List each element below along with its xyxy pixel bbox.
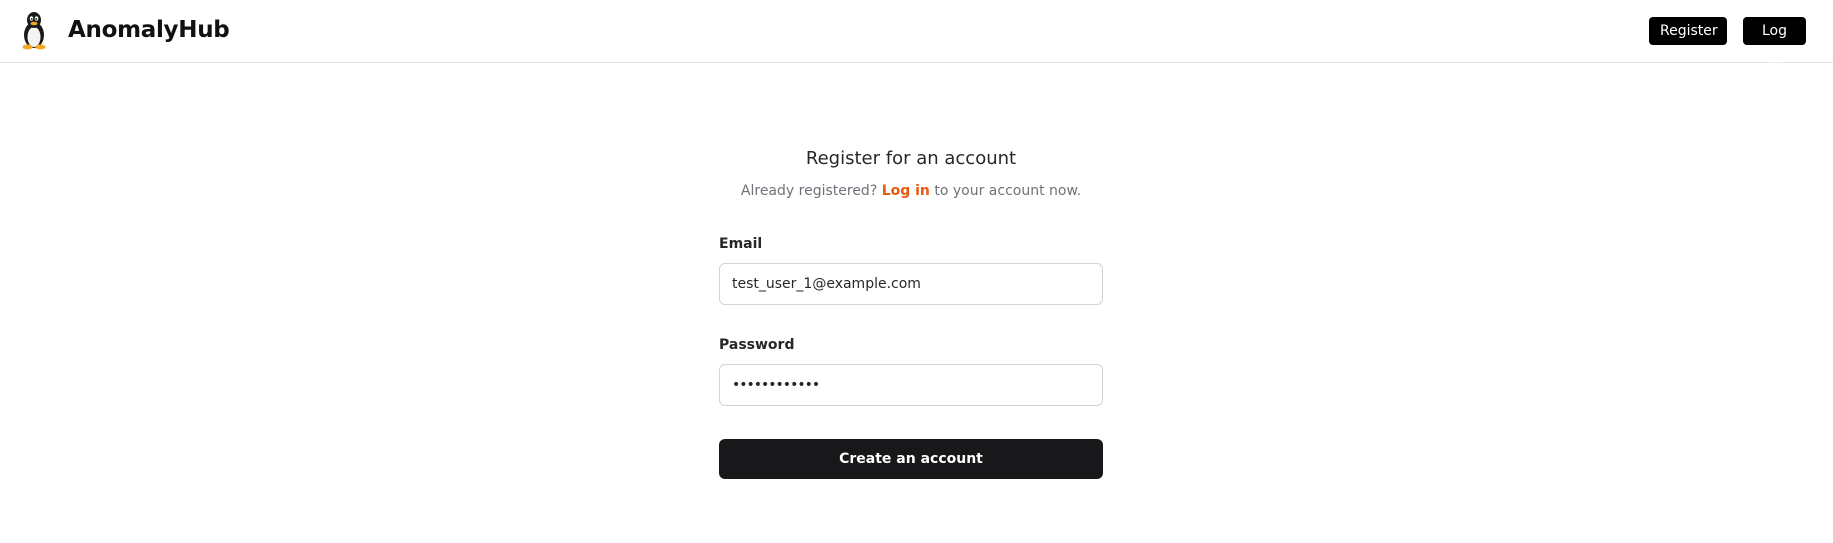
- email-group: Email: [719, 234, 1103, 305]
- brand-name[interactable]: AnomalyHub: [68, 14, 230, 46]
- register-button[interactable]: Register: [1649, 17, 1727, 45]
- penguin-icon[interactable]: [18, 10, 50, 50]
- login-prompt-prefix: Already registered?: [740, 183, 878, 199]
- login-prompt-suffix: to your account now.: [934, 183, 1082, 199]
- password-group: Password: [719, 335, 1103, 406]
- password-field[interactable]: [719, 364, 1103, 406]
- create-account-button[interactable]: Create an account: [719, 439, 1103, 479]
- password-label: Password: [719, 337, 795, 353]
- login-button[interactable]: Log in: [1743, 17, 1806, 67]
- email-label: Email: [719, 236, 763, 252]
- login-prompt: Already registered? Log in to your accou…: [719, 181, 1103, 201]
- page-title: Register for an account: [805, 148, 1017, 169]
- top-navbar: AnomalyHub Register Log in: [0, 0, 1833, 67]
- login-link[interactable]: Log in: [882, 183, 930, 199]
- email-field[interactable]: [719, 263, 1103, 305]
- register-form: Register for an account Already register…: [719, 145, 1103, 479]
- submit-group: Create an account: [719, 439, 1103, 479]
